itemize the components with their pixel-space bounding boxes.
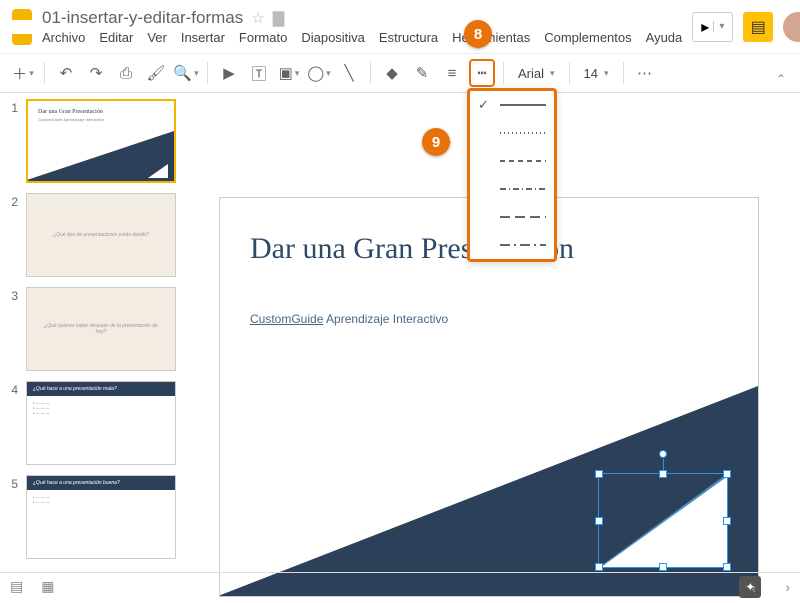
title-area: 01-insertar-y-editar-formas ☆ ▇ Archivo … <box>42 8 682 45</box>
menu-archivo[interactable]: Archivo <box>42 30 85 45</box>
slide-subtitle-text[interactable]: CustomGuide Aprendizaje Interactivo <box>220 274 758 326</box>
resize-handle[interactable] <box>659 563 667 571</box>
toolbar: ＋ ↶ ↷ ⎙ 🖌 🔍 ▶ 🅃 ▣ ◯ ╲ ◆ ✎ ≡ ┅ Arial 14 ⋯ <box>0 53 800 93</box>
dash-option-dash-dot[interactable] <box>470 175 554 203</box>
line-tool[interactable]: ╲ <box>336 59 362 87</box>
selected-triangle-shape[interactable] <box>598 473 728 568</box>
slides-logo[interactable] <box>12 9 32 45</box>
textbox-tool[interactable]: 🅃 <box>246 59 272 87</box>
shape-tool[interactable]: ◯ <box>306 59 332 87</box>
explore-button[interactable]: ✦ <box>739 576 761 598</box>
slide-thumb-2[interactable]: 2 ¿Qué tipo de presentaciones estás dand… <box>6 193 189 277</box>
dash-option-dashed[interactable] <box>470 147 554 175</box>
star-icon[interactable]: ☆ <box>251 9 264 27</box>
slide-panel[interactable]: 1 Dar una Gran Presentación CustomGuide … <box>0 93 195 603</box>
resize-handle[interactable] <box>723 470 731 478</box>
dash-option-solid[interactable]: ✓ <box>470 91 554 119</box>
print-button[interactable]: ⎙ <box>113 59 139 87</box>
image-tool[interactable]: ▣ <box>276 59 302 87</box>
play-icon: ▸ <box>701 17 709 37</box>
dash-option-long-dash-dot[interactable] <box>470 231 554 259</box>
resize-handle[interactable] <box>723 517 731 525</box>
menu-estructura[interactable]: Estructura <box>379 30 438 45</box>
line-dash-dropdown[interactable]: ✓ <box>467 88 557 262</box>
resize-handle[interactable] <box>595 563 603 571</box>
comments-button[interactable]: ▤ <box>743 12 773 42</box>
border-color-button[interactable]: ✎ <box>409 59 435 87</box>
undo-button[interactable]: ↶ <box>53 59 79 87</box>
menu-formato[interactable]: Formato <box>239 30 287 45</box>
user-avatar[interactable] <box>783 12 800 42</box>
footer-bar: ▤ ▦ ✦ ‹ › <box>0 572 800 600</box>
slide-thumb-3[interactable]: 3 ¿Qué quieres saber después de la prese… <box>6 287 189 371</box>
selection-box[interactable] <box>598 473 728 568</box>
menu-complementos[interactable]: Complementos <box>544 30 631 45</box>
font-size-select[interactable]: 14 <box>578 66 615 81</box>
collapse-toolbar-icon[interactable]: ⌃ <box>776 72 786 86</box>
rotate-handle[interactable] <box>659 450 667 458</box>
border-dash-button[interactable]: ┅ <box>469 59 495 87</box>
zoom-button[interactable]: 🔍 <box>173 59 199 87</box>
more-button[interactable]: ⋯ <box>632 59 658 87</box>
menu-editar[interactable]: Editar <box>99 30 133 45</box>
font-family-select[interactable]: Arial <box>512 66 561 81</box>
slide-thumb-5[interactable]: 5 ¿Qué hace a una presentación buena? • … <box>6 475 189 559</box>
header-right: ▸ ▾ ▤ <box>692 12 800 42</box>
header-bar: 01-insertar-y-editar-formas ☆ ▇ Archivo … <box>0 0 800 53</box>
dash-option-dotted[interactable] <box>470 119 554 147</box>
filmstrip-view-icon[interactable]: ▤ <box>10 578 23 595</box>
check-icon: ✓ <box>478 97 492 113</box>
border-weight-button[interactable]: ≡ <box>439 59 465 87</box>
menu-ver[interactable]: Ver <box>147 30 167 45</box>
resize-handle[interactable] <box>595 517 603 525</box>
slide-thumb-1[interactable]: 1 Dar una Gran Presentación CustomGuide … <box>6 99 189 183</box>
scroll-left-icon[interactable]: ‹ <box>752 581 756 596</box>
document-title[interactable]: 01-insertar-y-editar-formas <box>42 8 243 28</box>
resize-handle[interactable] <box>659 470 667 478</box>
callout-9: 9 <box>422 128 450 156</box>
brand-link[interactable]: CustomGuide <box>250 312 323 326</box>
dash-option-long-dash[interactable] <box>470 203 554 231</box>
menu-bar: Archivo Editar Ver Insertar Formato Diap… <box>42 30 682 45</box>
menu-insertar[interactable]: Insertar <box>181 30 225 45</box>
folder-icon[interactable]: ▇ <box>273 9 285 27</box>
resize-handle[interactable] <box>595 470 603 478</box>
present-dropdown-icon[interactable]: ▾ <box>713 21 724 32</box>
menu-ayuda[interactable]: Ayuda <box>646 30 683 45</box>
menu-diapositiva[interactable]: Diapositiva <box>301 30 365 45</box>
main-area: 1 Dar una Gran Presentación CustomGuide … <box>0 93 800 603</box>
select-tool[interactable]: ▶ <box>216 59 242 87</box>
callout-8: 8 <box>464 20 492 48</box>
scroll-right-icon[interactable]: › <box>785 579 790 595</box>
slide-thumb-4[interactable]: 4 ¿Qué hace a una presentación mala? • —… <box>6 381 189 465</box>
paint-format-button[interactable]: 🖌 <box>143 59 169 87</box>
new-slide-button[interactable]: ＋ <box>10 59 36 87</box>
present-button[interactable]: ▸ ▾ <box>692 12 733 42</box>
resize-handle[interactable] <box>723 563 731 571</box>
grid-view-icon[interactable]: ▦ <box>41 578 54 595</box>
fill-color-button[interactable]: ◆ <box>379 59 405 87</box>
redo-button[interactable]: ↷ <box>83 59 109 87</box>
